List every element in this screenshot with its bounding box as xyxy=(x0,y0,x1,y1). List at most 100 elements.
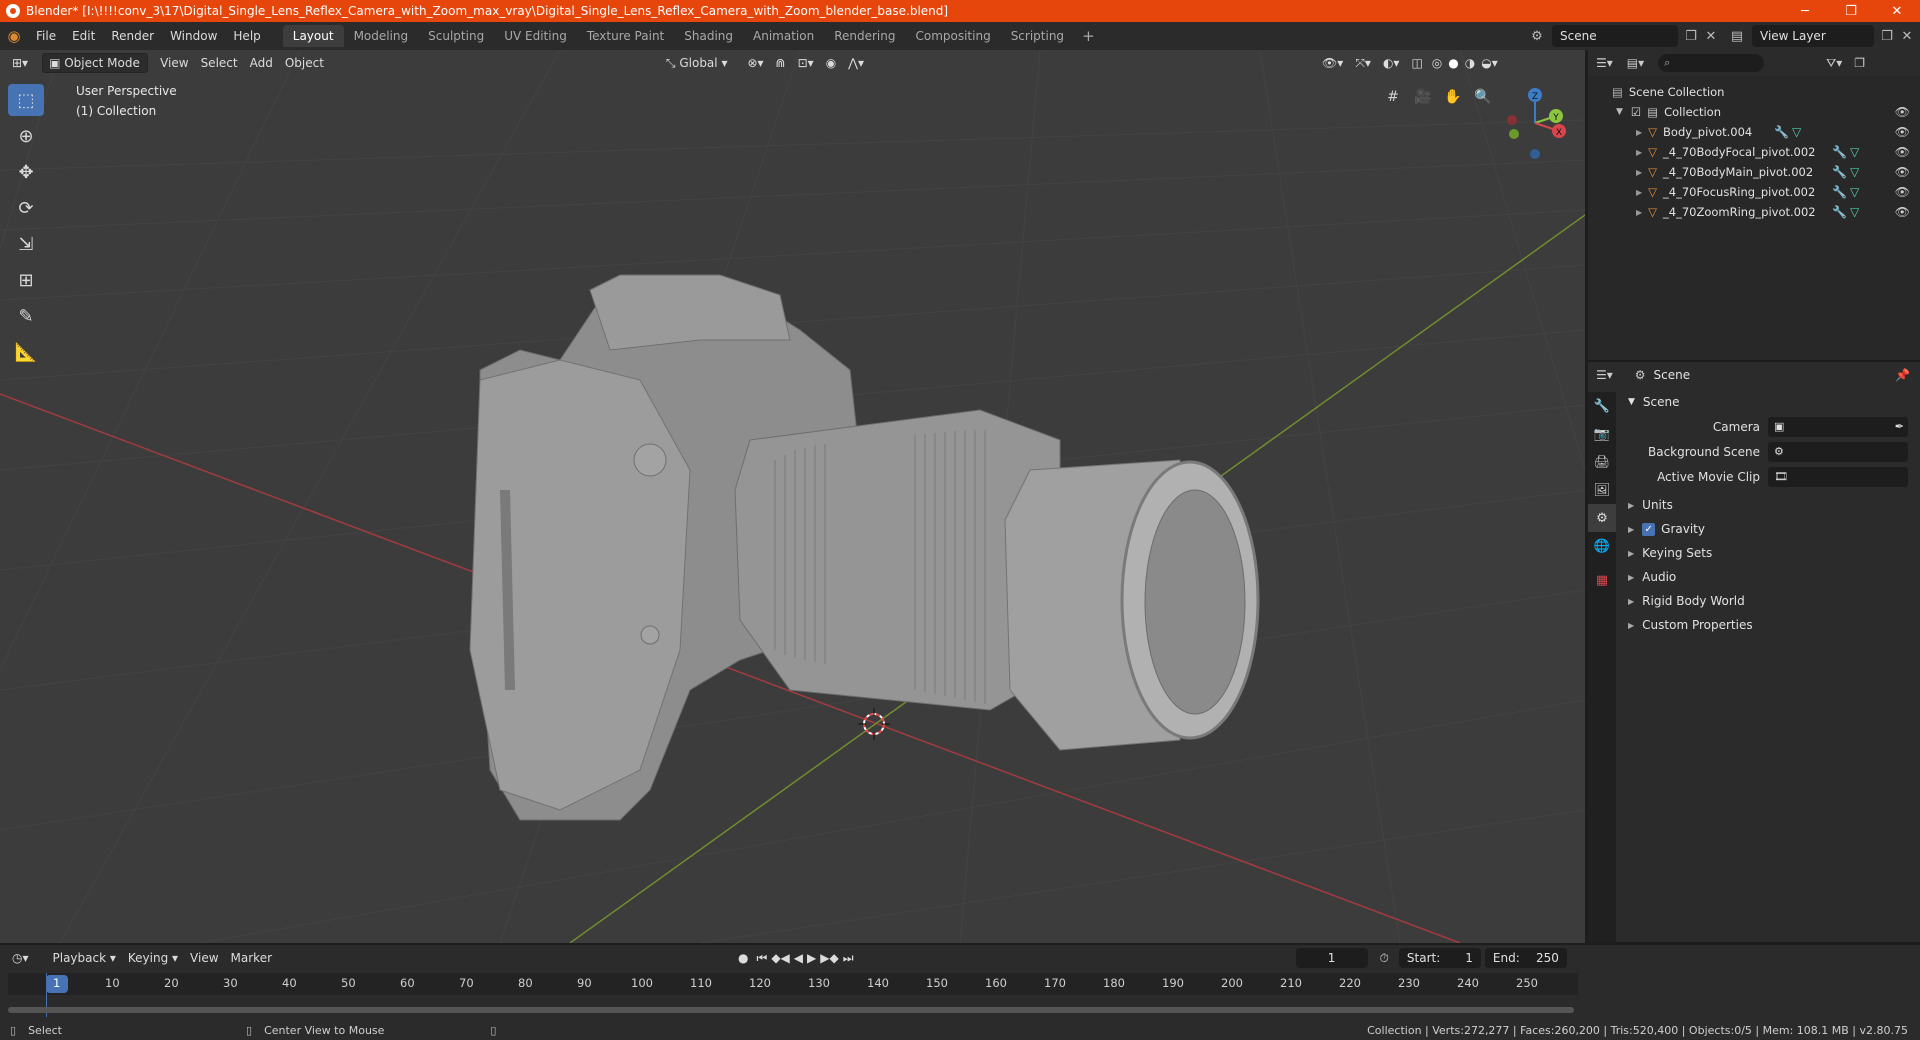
modifier-wrench-icon[interactable]: 🔧 xyxy=(1832,185,1847,199)
pivot-point-icon[interactable]: ⊗▾ xyxy=(741,53,769,73)
editor-type-icon[interactable]: ⊞▾ xyxy=(6,53,34,73)
modifier-wrench-icon[interactable]: 🔧 xyxy=(1774,125,1789,139)
outliner-row-object[interactable]: ▶ ▽ _4_70BodyMain_pivot.002 🔧 ▽ 👁 xyxy=(1588,162,1920,182)
gizmo-toggle-icon[interactable]: ⤧▾ xyxy=(1349,53,1377,73)
tab-texture-paint[interactable]: Texture Paint xyxy=(577,25,674,47)
mesh-data-icon[interactable]: ▽ xyxy=(1850,205,1859,219)
visibility-eye-icon[interactable]: 👁 xyxy=(1895,145,1910,159)
next-keyframe-icon[interactable]: ▶◆ xyxy=(818,948,840,968)
falloff-icon[interactable]: ⋀▾ xyxy=(842,53,870,73)
checkbox-icon[interactable]: ☑ xyxy=(1631,105,1641,119)
keying-sets-section[interactable]: ▶ Keying Sets xyxy=(1618,541,1920,565)
close-button[interactable]: ✕ xyxy=(1874,0,1920,22)
add-workspace-button[interactable]: + xyxy=(1074,27,1103,45)
viewport-menu-view[interactable]: View xyxy=(154,53,194,73)
visibility-eye-icon[interactable]: 👁 xyxy=(1895,165,1910,179)
timeline-menu-marker[interactable]: Marker xyxy=(225,948,278,968)
timeline-scrollbar[interactable] xyxy=(8,1007,1574,1013)
rigid-body-world-section[interactable]: ▶ Rigid Body World xyxy=(1618,589,1920,613)
3d-viewport[interactable]: Z Y X ⊞▾ ▣ Object Mode View Select Add O… xyxy=(0,50,1585,943)
expand-icon[interactable]: ▶ xyxy=(1636,148,1642,157)
pan-view-icon[interactable]: ✋ xyxy=(1440,84,1466,110)
mesh-data-icon[interactable]: ▽ xyxy=(1850,185,1859,199)
camera-model[interactable] xyxy=(469,274,1260,821)
navigation-gizmo[interactable]: Z Y X xyxy=(1507,88,1566,159)
outliner-row-scene-collection[interactable]: ▤ Scene Collection xyxy=(1588,82,1920,102)
transform-tool-icon[interactable]: ⊞ xyxy=(8,264,44,296)
menu-edit[interactable]: Edit xyxy=(64,22,103,50)
outliner-editor-icon[interactable]: ☰▾ xyxy=(1596,56,1613,70)
visibility-eye-icon[interactable]: 👁 xyxy=(1895,185,1910,199)
scene-selector[interactable]: Scene xyxy=(1552,25,1678,47)
zoom-view-icon[interactable]: 🔍 xyxy=(1470,84,1496,110)
display-mode-icon[interactable]: ▤▾ xyxy=(1627,56,1644,70)
new-view-layer-icon[interactable]: ❐ xyxy=(1876,25,1898,47)
prev-keyframe-icon[interactable]: ◆◀ xyxy=(769,948,791,968)
record-icon[interactable]: ● xyxy=(732,948,754,968)
annotate-tool-icon[interactable]: ✎ xyxy=(8,300,44,332)
outliner-row-object[interactable]: ▶ ▽ _4_70FocusRing_pivot.002 🔧 ▽ 👁 xyxy=(1588,182,1920,202)
visibility-eye-icon[interactable]: 👁 xyxy=(1895,125,1910,139)
modifier-wrench-icon[interactable]: 🔧 xyxy=(1832,145,1847,159)
start-frame-field[interactable]: Start: 1 xyxy=(1398,948,1481,968)
xray-icon[interactable]: ◫ xyxy=(1405,53,1428,73)
expand-icon[interactable]: ▶ xyxy=(1636,208,1642,217)
tab-shading[interactable]: Shading xyxy=(674,25,743,47)
timeline-editor-icon[interactable]: ◷▾ xyxy=(6,948,35,968)
outliner-row-collection[interactable]: ▼ ☑ ▤ Collection 👁 xyxy=(1588,102,1920,122)
menu-file[interactable]: File xyxy=(28,22,64,50)
gravity-section[interactable]: ▶ ✓ Gravity xyxy=(1618,517,1920,541)
expand-icon[interactable]: ▼ xyxy=(1616,107,1623,117)
frame-ruler[interactable]: 1 10 20 30 40 50 60 70 80 90 100 110 120… xyxy=(8,973,1578,1017)
select-box-tool-icon[interactable]: ⬚ xyxy=(8,84,44,116)
play-reverse-icon[interactable]: ◀ xyxy=(792,948,805,968)
active-movie-clip-input[interactable]: 🎞 xyxy=(1768,466,1908,487)
jump-start-icon[interactable]: ⏮ xyxy=(755,948,770,968)
expand-icon[interactable]: ▶ xyxy=(1636,188,1642,197)
visibility-eye-icon[interactable]: 👁 xyxy=(1895,205,1910,219)
timeline-menu-playback[interactable]: Playback ▾ xyxy=(47,948,122,968)
view-layer-selector[interactable]: View Layer xyxy=(1752,25,1874,47)
texture-tab-icon[interactable]: ▦ xyxy=(1588,566,1616,594)
current-frame-field[interactable]: 1 xyxy=(1295,948,1368,968)
render-tab-icon[interactable]: 📷 xyxy=(1588,420,1616,448)
material-shading-icon[interactable]: ◑ xyxy=(1462,53,1478,73)
viewport-menu-object[interactable]: Object xyxy=(279,53,330,73)
units-section[interactable]: ▶ Units xyxy=(1618,493,1920,517)
tab-compositing[interactable]: Compositing xyxy=(905,25,1000,47)
mode-selector[interactable]: ▣ Object Mode xyxy=(42,53,149,73)
viewport-menu-select[interactable]: Select xyxy=(195,53,244,73)
tool-tab-icon[interactable]: 🔧 xyxy=(1588,392,1616,420)
custom-properties-section[interactable]: ▶ Custom Properties xyxy=(1618,613,1920,637)
timeline-menu-view[interactable]: View xyxy=(184,948,224,968)
outliner-row-object[interactable]: ▶ ▽ _4_70BodyFocal_pivot.002 🔧 ▽ 👁 xyxy=(1588,142,1920,162)
outliner-row-object[interactable]: ▶ ▽ _4_70ZoomRing_pivot.002 🔧 ▽ 👁 xyxy=(1588,202,1920,222)
jump-end-icon[interactable]: ⏭ xyxy=(841,948,856,968)
minimize-button[interactable]: ─ xyxy=(1782,0,1828,22)
tab-rendering[interactable]: Rendering xyxy=(824,25,905,47)
snap-icon[interactable]: ⋒ xyxy=(770,53,792,73)
camera-input[interactable]: ▣ ✒ xyxy=(1768,416,1908,437)
proportional-edit-icon[interactable]: ◉ xyxy=(820,53,842,73)
background-scene-input[interactable]: ⚙ xyxy=(1768,441,1908,462)
tab-animation[interactable]: Animation xyxy=(743,25,824,47)
tab-layout[interactable]: Layout xyxy=(282,25,344,47)
timeline-menu-keying[interactable]: Keying ▾ xyxy=(122,948,184,968)
view-layer-tab-icon[interactable]: 🖼 xyxy=(1588,476,1616,504)
rendered-shading-icon[interactable]: ◒▾ xyxy=(1478,53,1501,73)
viewport-menu-add[interactable]: Add xyxy=(244,53,279,73)
new-scene-icon[interactable]: ❐ xyxy=(1680,25,1702,47)
new-collection-icon[interactable]: ❐ xyxy=(1854,56,1865,70)
menu-window[interactable]: Window xyxy=(162,22,225,50)
outliner-search[interactable]: ⌕ xyxy=(1658,54,1765,72)
snap-target-icon[interactable]: ⊡▾ xyxy=(792,53,820,73)
tab-modeling[interactable]: Modeling xyxy=(344,25,419,47)
tab-scripting[interactable]: Scripting xyxy=(1001,25,1074,47)
mesh-data-icon[interactable]: ▽ xyxy=(1850,145,1859,159)
visibility-icon[interactable]: 👁▾ xyxy=(1316,53,1349,73)
cursor-tool-icon[interactable]: ⊕ xyxy=(8,120,44,152)
modifier-wrench-icon[interactable]: 🔧 xyxy=(1832,205,1847,219)
3d-cursor[interactable] xyxy=(858,708,890,740)
audio-section[interactable]: ▶ Audio xyxy=(1618,565,1920,589)
delete-view-layer-icon[interactable]: ✕ xyxy=(1896,25,1918,47)
